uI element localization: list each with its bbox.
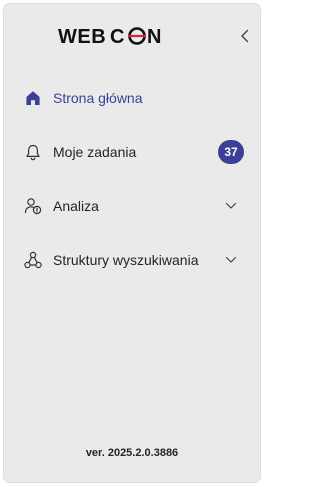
task-count-badge: 37 — [218, 140, 244, 164]
nav-item-analysis[interactable]: Analiza — [4, 179, 260, 233]
nav-item-label: Moje zadania — [53, 144, 137, 160]
bell-icon — [24, 143, 42, 161]
hierarchy-icon — [24, 251, 42, 269]
nav-item-label: Analiza — [53, 198, 99, 214]
chevron-left-icon — [241, 29, 249, 43]
nav-item-search-structures[interactable]: Struktury wyszukiwania — [4, 233, 260, 287]
sidebar: WEB C N Strona główna Moje zadania 37 An… — [3, 3, 261, 483]
svg-text:C: C — [110, 26, 124, 48]
collapse-sidebar-button[interactable] — [233, 25, 257, 47]
nav-item-label: Struktury wyszukiwania — [53, 252, 199, 268]
nav-item-my-tasks[interactable]: Moje zadania 37 — [4, 125, 260, 179]
svg-text:N: N — [147, 26, 161, 48]
webcon-logo-mark: WEB C N — [58, 26, 161, 48]
svg-text:WEB: WEB — [58, 26, 106, 48]
chevron-down-icon[interactable] — [224, 199, 238, 213]
version-label: ver. 2025.2.0.3886 — [85, 447, 179, 459]
user-analytics-icon — [24, 197, 42, 215]
home-icon — [24, 89, 42, 107]
main-navigation: Strona główna Moje zadania 37 Analiza St… — [4, 71, 260, 287]
chevron-down-icon[interactable] — [224, 253, 238, 267]
nav-item-home[interactable]: Strona główna — [4, 71, 260, 125]
webcon-logo[interactable]: WEB C N — [58, 24, 178, 48]
nav-item-label: Strona główna — [53, 90, 143, 106]
